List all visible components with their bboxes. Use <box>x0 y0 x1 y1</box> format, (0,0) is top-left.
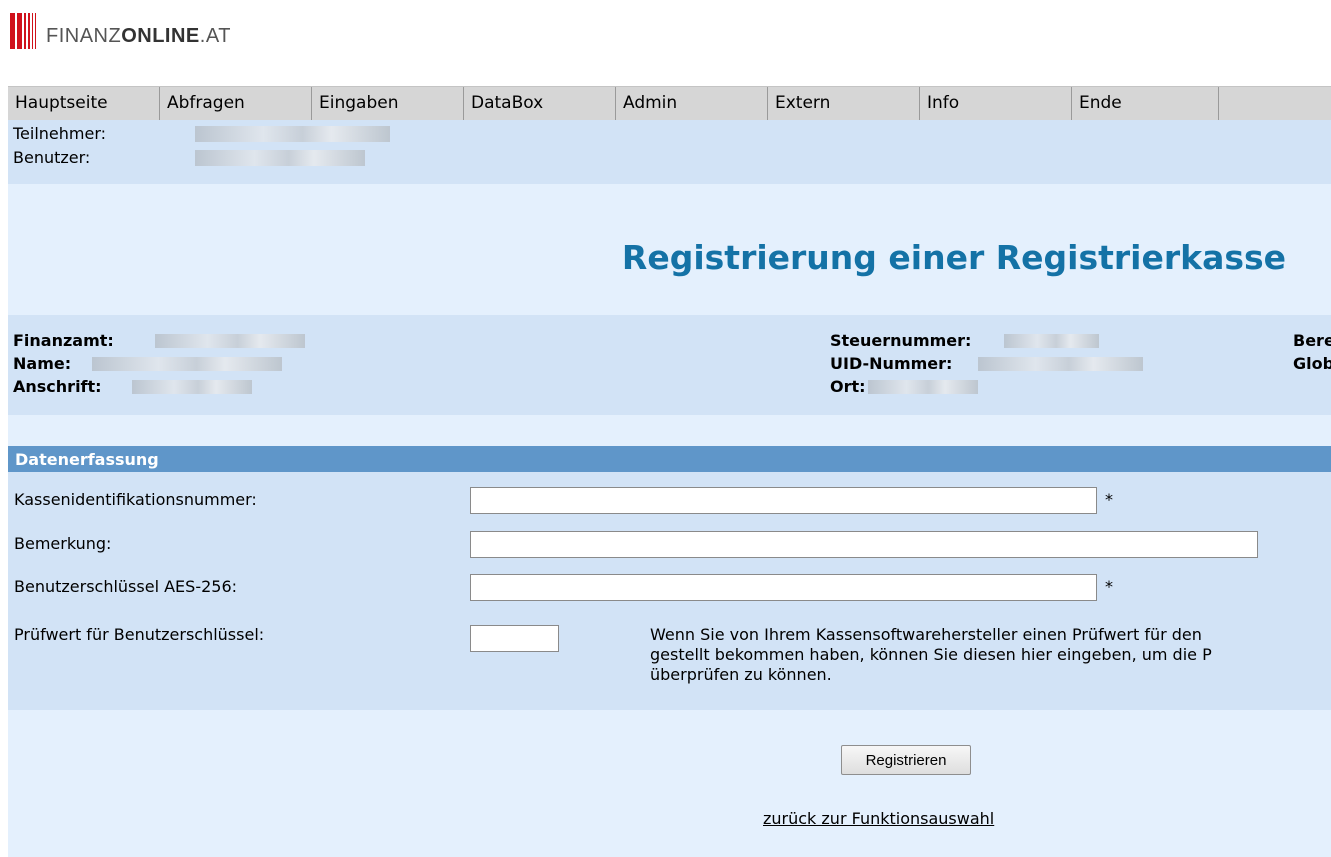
kassen-id-input[interactable] <box>470 487 1097 514</box>
uid-value-redacted <box>978 357 1143 371</box>
pruefwert-input[interactable] <box>470 625 559 652</box>
ort-label: Ort: <box>830 377 866 396</box>
finanzamt-value-redacted <box>155 334 305 348</box>
name-label: Name: <box>13 354 72 373</box>
register-button[interactable]: Registrieren <box>841 745 971 775</box>
section-header: Datenerfassung <box>8 446 1331 472</box>
participant-label: Teilnehmer: <box>13 124 107 143</box>
menu-eingaben[interactable]: Eingaben <box>312 87 464 120</box>
pruefwert-label: Prüfwert für Benutzerschlüssel: <box>14 625 265 644</box>
back-to-function-selection-link[interactable]: zurück zur Funktionsauswahl <box>763 809 994 828</box>
menu-extern[interactable]: Extern <box>768 87 920 120</box>
logo-text: FINANZONLINE.AT <box>46 24 231 47</box>
pruefwert-hint: Wenn Sie von Ihrem Kassensoftwareherstel… <box>650 625 1212 684</box>
right-label-1: Bere <box>1293 331 1331 350</box>
finanzonline-logo: FINANZONLINE.AT <box>10 13 231 49</box>
logo-bars-icon <box>10 13 38 49</box>
menu-databox[interactable]: DataBox <box>464 87 616 120</box>
main-menu: Hauptseite Abfragen Eingaben DataBox Adm… <box>8 86 1331 121</box>
menu-hauptseite[interactable]: Hauptseite <box>8 87 160 120</box>
user-label: Benutzer: <box>13 148 91 167</box>
aes-key-input[interactable] <box>470 574 1097 601</box>
kassen-id-label: Kassenidentifikationsnummer: <box>14 490 257 509</box>
bemerkung-input[interactable] <box>470 531 1258 558</box>
menu-info[interactable]: Info <box>920 87 1072 120</box>
user-info-panel: Teilnehmer: Benutzer: <box>8 120 1331 184</box>
anschrift-label: Anschrift: <box>13 377 102 396</box>
steuernummer-label: Steuernummer: <box>830 331 972 350</box>
menu-admin[interactable]: Admin <box>616 87 768 120</box>
ort-value-redacted <box>868 380 978 394</box>
menu-abfragen[interactable]: Abfragen <box>160 87 312 120</box>
aes-key-label: Benutzerschlüssel AES-256: <box>14 577 238 596</box>
finanzamt-label: Finanzamt: <box>13 331 114 350</box>
uid-label: UID-Nummer: <box>830 354 953 373</box>
required-mark-aes-key: * <box>1105 577 1113 596</box>
required-mark-kassen-id: * <box>1105 490 1113 509</box>
taxpayer-info: Finanzamt: Name: Anschrift: Steuernummer… <box>8 315 1331 415</box>
menu-ende[interactable]: Ende <box>1072 87 1219 120</box>
page-title: Registrierung einer Registrierkasse <box>621 238 1286 277</box>
right-label-2: Glob <box>1293 354 1331 373</box>
steuernummer-value-redacted <box>1004 334 1099 348</box>
participant-value-redacted <box>195 126 390 142</box>
bemerkung-label: Bemerkung: <box>14 534 112 553</box>
name-value-redacted <box>92 357 282 371</box>
user-value-redacted <box>195 150 365 166</box>
anschrift-value-redacted <box>132 380 252 394</box>
